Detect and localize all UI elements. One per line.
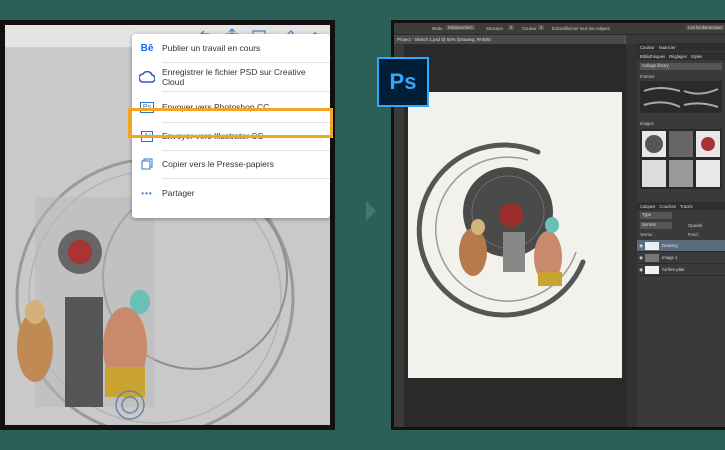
wrestler-shorts bbox=[538, 272, 562, 286]
workspace-select[interactable]: Les fondamentaux bbox=[686, 25, 725, 30]
filter-label: Type bbox=[642, 212, 652, 217]
library-select[interactable]: Collage library bbox=[640, 63, 722, 70]
library-name: Collage library bbox=[642, 63, 669, 68]
wrestler-right-mask bbox=[130, 290, 150, 314]
gear-hub bbox=[68, 240, 92, 264]
document-tab-label: Project - Sketch 1.psd @ 50% (Drawing, R… bbox=[397, 37, 491, 42]
mode-select[interactable]: Déplacement bbox=[446, 25, 475, 30]
layer-thumbnail bbox=[645, 265, 659, 274]
blend-mode-label: Normal bbox=[642, 222, 656, 227]
wrestler-left bbox=[459, 228, 487, 276]
layers-panel-tabs: Calques Couches Tracés bbox=[637, 202, 725, 210]
menu-item-save-cc[interactable]: Enregistrer le fichier PSD sur Creative … bbox=[132, 63, 330, 91]
photoshop-logo-text: Ps bbox=[389, 69, 417, 94]
tab-bibliotheques[interactable]: Bibliothèques bbox=[640, 54, 665, 59]
structure-label: Structure bbox=[486, 26, 503, 31]
menu-divider bbox=[162, 91, 330, 92]
eye-icon[interactable]: ◉ bbox=[637, 255, 645, 261]
arrow-right-icon bbox=[366, 201, 376, 221]
panel-icon-column bbox=[626, 44, 637, 427]
canvas-artwork bbox=[416, 142, 586, 318]
document-tab[interactable]: Project - Sketch 1.psd @ 50% (Drawing, R… bbox=[394, 35, 624, 44]
libraries-panel-tabs: Bibliothèques Réglages Styles bbox=[637, 52, 725, 60]
options-bar: Mode : Déplacement Structure 4 Couleur 4… bbox=[394, 23, 725, 35]
layer-row-image-1[interactable]: ◉ Image 1 bbox=[637, 252, 725, 264]
more-icon: ••• bbox=[141, 188, 153, 198]
tab-couches[interactable]: Couches bbox=[659, 204, 676, 209]
images-thumbnails[interactable] bbox=[640, 129, 722, 189]
menu-item-label: Partager bbox=[162, 188, 195, 198]
layer-row-drawing[interactable]: ◉ Drawing bbox=[637, 240, 725, 252]
tab-couleur[interactable]: Couleur bbox=[640, 45, 655, 50]
tab-nuancier[interactable]: Nuancier bbox=[659, 45, 676, 50]
opacity-label: Opacité bbox=[688, 223, 703, 228]
layer-name: Arrière-plan bbox=[662, 267, 685, 272]
right-dock: Couleur Nuancier Bibliothèques Réglages … bbox=[626, 35, 725, 427]
layer-name: Image 1 bbox=[662, 255, 678, 260]
layer-thumbnail bbox=[645, 241, 659, 250]
section-images: Images bbox=[640, 121, 654, 126]
photoshop-window: Mode : Déplacement Structure 4 Couleur 4… bbox=[394, 23, 725, 427]
sample-all-checkbox[interactable]: Échantillonner tous les calques bbox=[552, 26, 610, 31]
tab-reglages[interactable]: Réglages bbox=[669, 54, 687, 59]
highlight-box bbox=[128, 108, 333, 138]
behance-icon: Bē bbox=[140, 42, 154, 54]
layer-name: Drawing bbox=[662, 243, 678, 248]
layer-row-background[interactable]: ◉ Arrière-plan bbox=[637, 264, 725, 276]
structure-select[interactable]: 4 bbox=[508, 25, 515, 30]
eye-icon[interactable]: ◉ bbox=[637, 243, 645, 249]
eye-icon[interactable]: ◉ bbox=[637, 267, 645, 273]
couleur-label: Couleur bbox=[522, 26, 537, 31]
menu-item-label: Copier vers le Presse-papiers bbox=[162, 159, 274, 169]
machine-body bbox=[503, 232, 525, 272]
mode-label: Mode : bbox=[432, 26, 445, 31]
menu-item-label: Publier un travail en cours bbox=[162, 43, 261, 53]
document-canvas[interactable] bbox=[408, 92, 622, 378]
layer-filter-select[interactable]: Type bbox=[640, 212, 672, 219]
shapes-thumbnails[interactable] bbox=[640, 81, 722, 113]
menu-item-label: Enregistrer le fichier PSD sur Creative … bbox=[161, 67, 306, 87]
layer-thumbnail bbox=[645, 253, 659, 262]
blend-mode-select[interactable]: Normal bbox=[640, 222, 672, 229]
fill-label: Fond : bbox=[688, 232, 700, 237]
wrestler-left-mask bbox=[25, 300, 45, 324]
tab-calques[interactable]: Calques bbox=[640, 204, 655, 209]
menu-item-copy[interactable]: Copier vers le Presse-papiers bbox=[132, 150, 330, 178]
menu-item-publish[interactable]: Bē Publier un travail en cours bbox=[132, 34, 330, 62]
tab-traces[interactable]: Tracés bbox=[680, 204, 693, 209]
machine-body bbox=[65, 297, 103, 407]
tab-styles[interactable]: Styles bbox=[691, 54, 702, 59]
record-center bbox=[499, 203, 523, 227]
couleur-select[interactable]: 4 bbox=[538, 25, 545, 30]
lock-label: Verrou : bbox=[640, 232, 655, 237]
section-formes: Formes bbox=[640, 74, 655, 79]
color-panel-tabs: Couleur Nuancier bbox=[637, 43, 725, 51]
creative-cloud-icon bbox=[132, 71, 162, 83]
wrestler-left-mask bbox=[471, 219, 485, 235]
copy-icon bbox=[132, 158, 162, 170]
layers-list: ◉ Drawing ◉ Image 1 ◉ Arrière-plan bbox=[637, 240, 725, 276]
photoshop-logo: Ps bbox=[377, 57, 429, 107]
canvas-area bbox=[404, 44, 626, 427]
wrestler-right-mask bbox=[545, 217, 559, 233]
menu-item-share[interactable]: ••• Partager bbox=[132, 179, 330, 207]
